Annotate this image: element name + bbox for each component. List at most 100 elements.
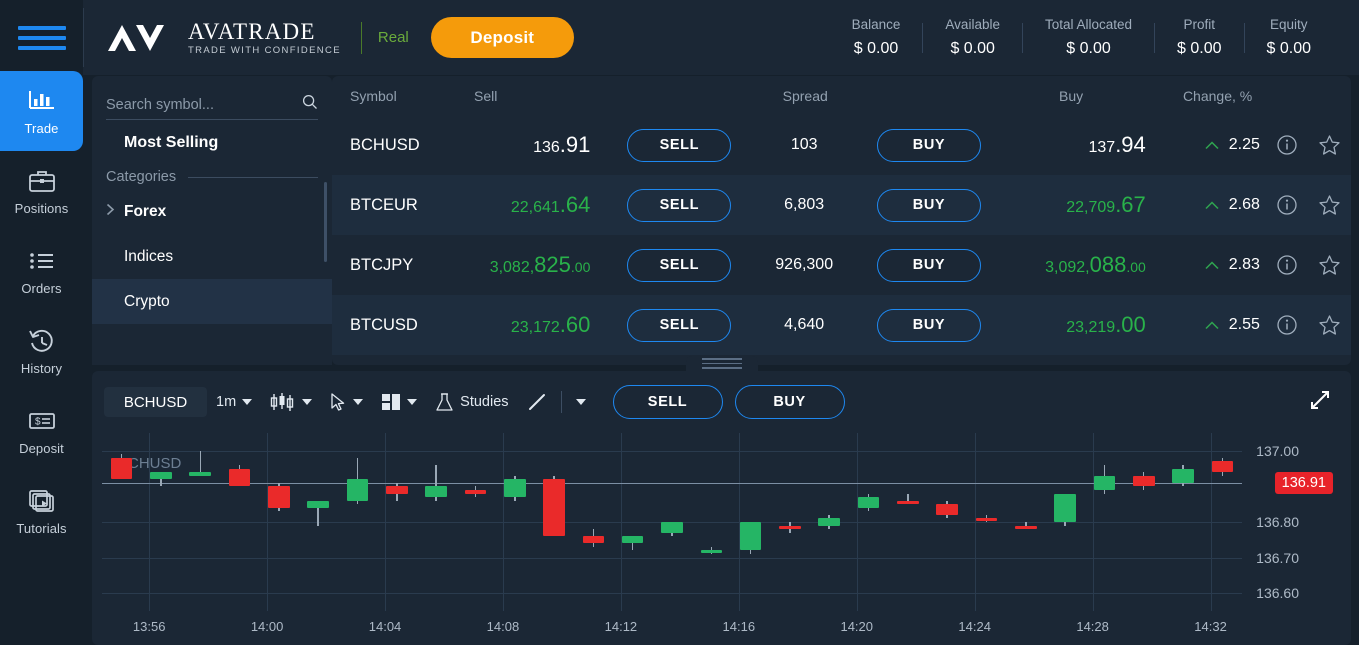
price-major: .91 (559, 132, 591, 157)
sell-button-cell: SELL (612, 188, 746, 222)
trend-up-icon (1205, 139, 1219, 152)
table-row[interactable]: BCHUSD 136.91 SELL 103 BUY 137.94 2.25 (332, 115, 1351, 175)
change-cell: 2.25 (1164, 136, 1266, 154)
info-button[interactable] (1266, 194, 1309, 216)
candle-body-up (857, 497, 880, 508)
current-price-tag: 136.91 (1274, 471, 1333, 494)
x-axis-tick: 14:00 (250, 619, 284, 634)
expand-chart-button[interactable] (1309, 389, 1331, 416)
deposit-button[interactable]: Deposit (430, 17, 574, 58)
brand-wordmark: AVATRADE TRADE WITH CONFIDENCE (188, 20, 341, 56)
sidebar-item-trade[interactable]: Trade (0, 71, 83, 151)
drawing-tool-dropdown[interactable] (567, 386, 595, 418)
favorite-button[interactable] (1308, 194, 1351, 216)
chart-body[interactable]: BCHUSD 137.00 136.80 136.70 136.60 136.91 13… (92, 433, 1351, 645)
cursor-tool-selector[interactable] (321, 386, 372, 418)
chart-plot-area[interactable]: BCHUSD (102, 433, 1242, 611)
info-button[interactable] (1266, 254, 1309, 276)
sidebar-item-history[interactable]: History (0, 311, 83, 391)
timeframe-selector[interactable]: 1m (207, 386, 261, 418)
sidebar-item-positions[interactable]: Positions (0, 151, 83, 231)
hamburger-bar (17, 26, 66, 30)
favorite-button[interactable] (1308, 134, 1351, 156)
trend-up-icon (1205, 319, 1219, 332)
column-header-buy: Buy (1059, 87, 1084, 104)
sidebar-item-tutorials[interactable]: Tutorials (0, 471, 83, 551)
svg-text:$: $ (35, 417, 41, 428)
price-prefix: 3,082, (489, 259, 535, 276)
category-label: Indices (124, 247, 174, 265)
handle-bar (702, 362, 742, 365)
stat-value: $ 0.00 (950, 40, 995, 57)
y-axis-tick: 136.60 (1256, 585, 1299, 602)
stat-balance: Balance $ 0.00 (830, 17, 923, 58)
buy-price-cell: 137.94 (996, 132, 1164, 158)
chart-sell-button[interactable]: SELL (612, 385, 723, 419)
favorite-button[interactable] (1308, 314, 1351, 336)
favorite-button[interactable] (1308, 254, 1351, 276)
drawing-tool-button[interactable] (518, 386, 556, 418)
brand-logo[interactable]: AVATRADE TRADE WITH CONFIDENCE (106, 20, 341, 56)
sidebar-item-orders[interactable]: Orders (0, 231, 83, 311)
current-price-line (102, 482, 1242, 484)
sell-button[interactable]: SELL (627, 308, 732, 342)
price-major: .00 (1115, 312, 1146, 337)
buy-button-cell: BUY (862, 128, 996, 162)
category-scrollbar[interactable] (324, 182, 327, 262)
hamburger-menu-icon[interactable] (17, 22, 66, 54)
buy-button[interactable]: BUY (876, 248, 981, 282)
info-button[interactable] (1266, 314, 1309, 336)
most-selling-item[interactable]: Most Selling (92, 120, 332, 164)
ava-logo-icon (108, 24, 164, 51)
search-icon[interactable] (302, 94, 318, 115)
hamburger-bar (17, 36, 66, 40)
candle-body-down (386, 486, 408, 494)
chevron-right-icon (106, 203, 115, 221)
table-row[interactable]: BTCUSD 23,172.60 SELL 4,640 BUY 23,219.00 2.55 (332, 295, 1351, 355)
trading-platform-window: Trade Positions Orders History $ Deposit Tutor… (0, 0, 1359, 645)
quotes-table: Symbol Sell Spread Buy Change, % BCHUSD 1… (332, 76, 1351, 365)
studies-button[interactable]: Studies (426, 386, 517, 418)
sidebar-item-deposit[interactable]: $ Deposit (0, 391, 83, 471)
sell-button[interactable]: SELL (627, 248, 732, 282)
stat-total-allocated: Total Allocated $ 0.00 (1023, 17, 1154, 58)
layout-selector[interactable] (372, 386, 426, 418)
grid-line (1092, 433, 1094, 611)
category-label: Forex (124, 202, 167, 220)
search-input[interactable] (106, 96, 296, 113)
info-icon (1277, 255, 1297, 275)
left-sidebar: Trade Positions Orders History $ Deposit Tutor… (0, 0, 83, 645)
buy-button[interactable]: BUY (876, 128, 981, 162)
sell-button[interactable]: SELL (627, 128, 732, 162)
grid-line (102, 450, 1242, 452)
price-value: 137.94 (1088, 132, 1145, 157)
account-stats: Balance $ 0.00 Available $ 0.00 Total Alloca… (830, 17, 1333, 58)
buy-button[interactable]: BUY (876, 308, 981, 342)
category-item-forex[interactable]: Forex (92, 189, 332, 234)
sell-price-cell: 23,172.60 (444, 312, 612, 338)
sidebar-item-label: Tutorials (16, 521, 67, 536)
expand-arrows-icon (1311, 390, 1329, 409)
sell-button[interactable]: SELL (627, 188, 732, 222)
sidebar-item-label: Positions (14, 201, 69, 216)
candle-body-down (1014, 525, 1037, 529)
candle-body-up (189, 472, 212, 476)
table-row[interactable]: BTCJPY 3,082,825.00 SELL 926,300 BUY 3,092,08… (332, 235, 1351, 295)
table-row[interactable]: BTCEUR 22,641.64 SELL 6,803 BUY 22,709.67 2.68 (332, 175, 1351, 235)
info-button[interactable] (1266, 134, 1309, 156)
buy-button[interactable]: BUY (876, 188, 981, 222)
category-item-crypto[interactable]: Crypto (92, 279, 332, 324)
price-prefix: 136 (533, 139, 560, 156)
category-item-indices[interactable]: Indices (92, 234, 332, 279)
candle-body-down (582, 536, 605, 544)
cursor-arrow-icon (331, 392, 345, 411)
candle-body-down (897, 500, 919, 505)
categories-header: Categories (92, 164, 332, 189)
panel-resize-handle[interactable] (686, 356, 758, 371)
chart-buy-button[interactable]: BUY (734, 385, 845, 419)
chart-type-selector[interactable] (261, 386, 321, 418)
price-prefix: 22,709 (1066, 199, 1116, 216)
info-icon (1277, 195, 1297, 215)
quotes-row-container: BCHUSD 136.91 SELL 103 BUY 137.94 2.25 BTCEUR 22… (332, 115, 1351, 355)
chart-symbol-selector[interactable]: BCHUSD (104, 387, 207, 417)
